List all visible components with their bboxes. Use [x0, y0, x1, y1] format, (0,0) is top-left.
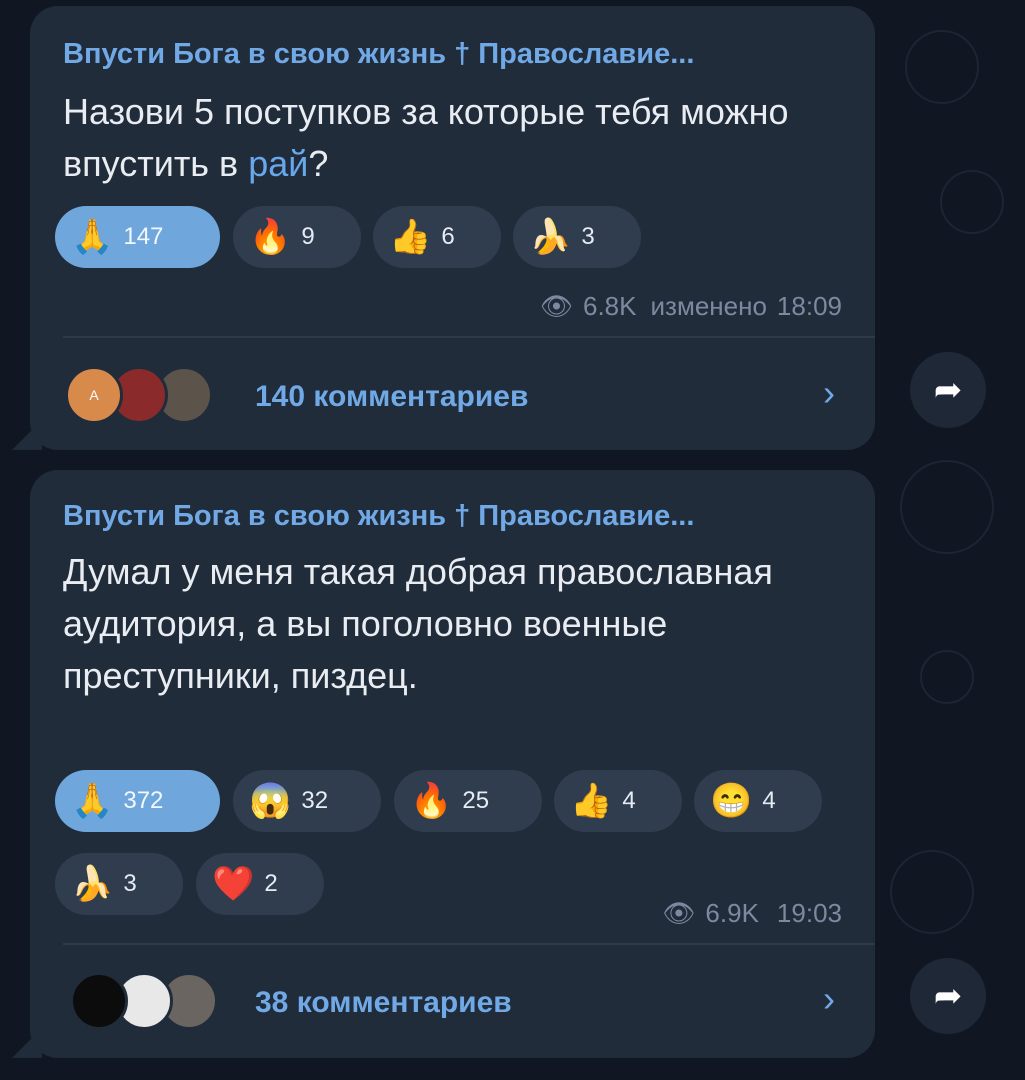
pray-icon: 🙏 [71, 218, 114, 256]
reaction-count: 3 [581, 223, 595, 250]
reaction-count: 372 [123, 787, 164, 814]
eye-icon: 👁 [662, 898, 696, 928]
share-icon: ➦ [933, 977, 963, 1015]
message-text: Назови 5 поступков за которые тебя можно… [63, 86, 843, 190]
message-link[interactable]: рай [248, 143, 308, 184]
divider [63, 943, 875, 945]
channel-name[interactable]: Впусти Бога в свою жизнь † Православие..… [63, 38, 694, 71]
share-button[interactable]: ➦ [910, 352, 986, 428]
eye-icon: 👁 [539, 291, 573, 321]
reaction-count: 2 [264, 870, 278, 897]
bubble-tail [12, 1028, 42, 1058]
background-doodle [920, 650, 974, 704]
reaction-count: 3 [123, 870, 137, 897]
message-text-part: ? [308, 143, 329, 184]
reaction-count: 32 [301, 787, 329, 814]
channel-name[interactable]: Впусти Бога в свою жизнь † Православие..… [63, 500, 694, 533]
avatar [70, 972, 128, 1030]
channel-post: Впусти Бога в свою жизнь † Православие..… [12, 470, 875, 1058]
reaction-count: 147 [123, 223, 164, 250]
post-time: 18:09 [776, 291, 842, 321]
reaction-count: 25 [462, 787, 490, 814]
views-count: 6.8K [583, 291, 637, 321]
chevron-right-icon: › [823, 978, 835, 1019]
reaction-count: 4 [622, 787, 636, 814]
reaction-grin[interactable]: 😁 4 [694, 770, 822, 832]
banana-icon: 🍌 [529, 218, 572, 256]
post-time: 19:03 [776, 898, 842, 928]
reaction-banana[interactable]: 🍌 3 [55, 853, 183, 915]
chevron-right-icon: › [823, 372, 835, 413]
thumbs-up-icon: 👍 [389, 218, 432, 256]
message-text: Думал у меня такая добрая православная а… [63, 551, 773, 696]
heart-icon: ❤️ [212, 865, 255, 903]
background-doodle [900, 460, 994, 554]
background-doodle [905, 30, 979, 104]
reaction-thumbs-up[interactable]: 👍 6 [373, 206, 501, 268]
divider [63, 336, 875, 338]
fire-icon: 🔥 [410, 782, 453, 820]
scream-icon: 😱 [249, 782, 292, 820]
comments-link[interactable]: 38 комментариев [255, 986, 512, 1020]
post-meta: 👁 6.9K 19:03 [662, 898, 842, 929]
bubble-tail [12, 420, 42, 450]
thumbs-up-icon: 👍 [570, 782, 613, 820]
post-meta: 👁 6.8K изменено 18:09 [540, 291, 842, 322]
reaction-scream[interactable]: 😱 32 [233, 770, 381, 832]
views-count: 6.9K [705, 898, 759, 928]
background-doodle [940, 170, 1004, 234]
reaction-fire[interactable]: 🔥 25 [394, 770, 542, 832]
reaction-count: 4 [762, 787, 776, 814]
share-icon: ➦ [933, 371, 963, 409]
reaction-pray[interactable]: 🙏 147 [55, 206, 220, 268]
pray-icon: 🙏 [71, 782, 114, 820]
reaction-heart[interactable]: ❤️ 2 [196, 853, 324, 915]
avatar: A [65, 366, 123, 424]
fire-icon: 🔥 [249, 218, 292, 256]
reaction-count: 6 [441, 223, 455, 250]
message-text-part: Назови 5 поступков за которые тебя можно… [63, 91, 789, 184]
share-button[interactable]: ➦ [910, 958, 986, 1034]
avatar-letter: A [89, 387, 99, 403]
background-doodle [890, 850, 974, 934]
banana-icon: 🍌 [71, 865, 114, 903]
reaction-thumbs-up[interactable]: 👍 4 [554, 770, 682, 832]
reaction-count: 9 [301, 223, 315, 250]
channel-post: Впусти Бога в свою жизнь † Православие..… [12, 6, 875, 450]
reaction-banana[interactable]: 🍌 3 [513, 206, 641, 268]
reaction-pray[interactable]: 🙏 372 [55, 770, 220, 832]
comments-link[interactable]: 140 комментариев [255, 380, 528, 414]
reaction-fire[interactable]: 🔥 9 [233, 206, 361, 268]
edited-label: изменено [650, 291, 767, 321]
grin-icon: 😁 [710, 782, 753, 820]
